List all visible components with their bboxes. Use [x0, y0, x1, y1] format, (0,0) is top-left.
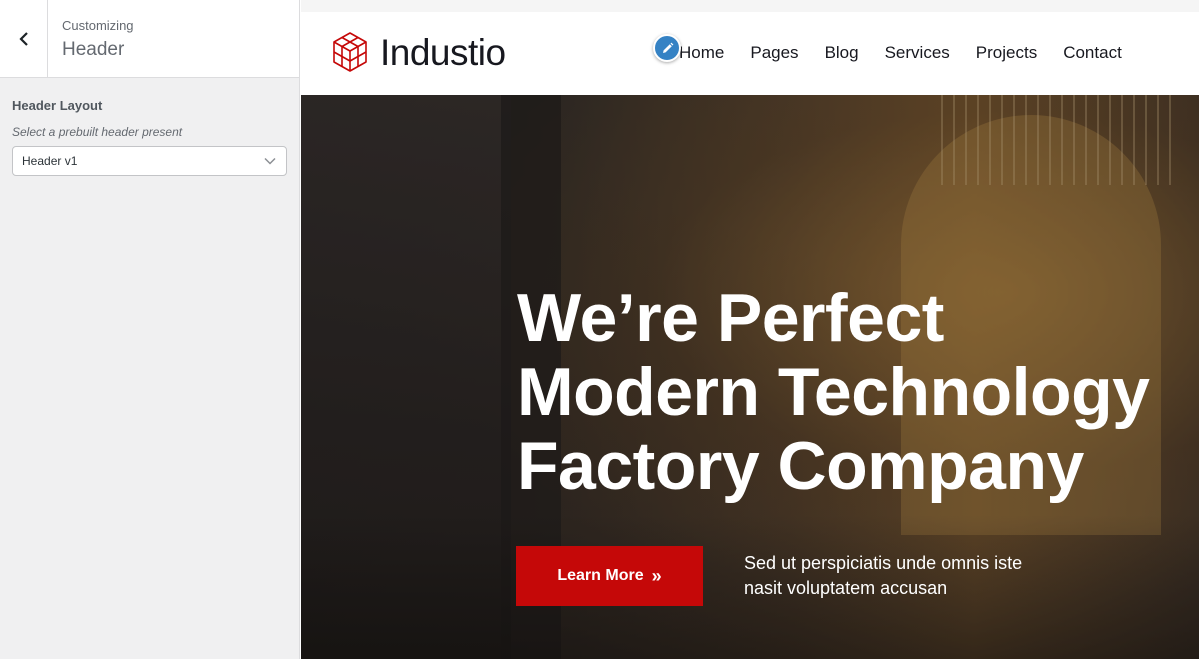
hero-section: We’re Perfect Modern Technology Factory … [301, 95, 1199, 659]
hero-title-line: We’re Perfect [517, 280, 944, 356]
customizer-header: Customizing Header [0, 0, 299, 78]
hero-description-line: Sed ut perspiciatis unde omnis iste [744, 553, 1023, 573]
header-layout-label: Header Layout [12, 98, 103, 113]
nav-contact[interactable]: Contact [1063, 43, 1122, 63]
breadcrumb: Customizing [62, 18, 134, 33]
hero-title-line: Modern Technology [517, 354, 1150, 430]
logo-text: Industio [380, 32, 506, 73]
header-layout-select[interactable]: Header v1 [12, 146, 287, 176]
nav-projects[interactable]: Projects [976, 43, 1037, 63]
site-preview: Industio Home Pages Blog Services Projec… [301, 0, 1199, 659]
hero-description-line: nasit voluptatem accusan [744, 578, 948, 598]
preview-top-strip [301, 0, 1199, 12]
hero-title-line: Factory Company [517, 428, 1084, 504]
header-layout-description: Select a prebuilt header present [12, 125, 183, 139]
back-button[interactable] [0, 0, 48, 77]
edit-shortcut-button[interactable] [653, 34, 681, 62]
chevron-down-icon [264, 157, 276, 165]
customizer-sidebar: Customizing Header Header Layout Select … [0, 0, 300, 659]
learn-more-label: Learn More [557, 567, 644, 584]
nav-pages[interactable]: Pages [750, 43, 798, 63]
panel-titles: Customizing Header [48, 0, 134, 77]
nav-home[interactable]: Home [679, 43, 724, 63]
cube-grid-logo-icon [333, 32, 367, 72]
customizer-body: Header Layout Select a prebuilt header p… [0, 78, 299, 176]
hero-description: Sed ut perspiciatis unde omnis iste nasi… [744, 551, 1064, 601]
select-value: Header v1 [22, 154, 78, 168]
site-header: Industio Home Pages Blog Services Projec… [301, 12, 1199, 95]
double-chevron-right-icon: » [651, 565, 662, 586]
pencil-icon [662, 42, 673, 53]
hero-title: We’re Perfect Modern Technology Factory … [517, 281, 1197, 503]
nav-blog[interactable]: Blog [825, 43, 859, 63]
learn-more-button[interactable]: Learn More » [516, 546, 703, 606]
chevron-left-icon [18, 31, 28, 46]
panel-title: Header [62, 39, 125, 60]
nav-services[interactable]: Services [885, 43, 950, 63]
main-nav: Home Pages Blog Services Projects Contac… [679, 43, 1148, 63]
site-logo[interactable]: Industio [330, 31, 506, 75]
